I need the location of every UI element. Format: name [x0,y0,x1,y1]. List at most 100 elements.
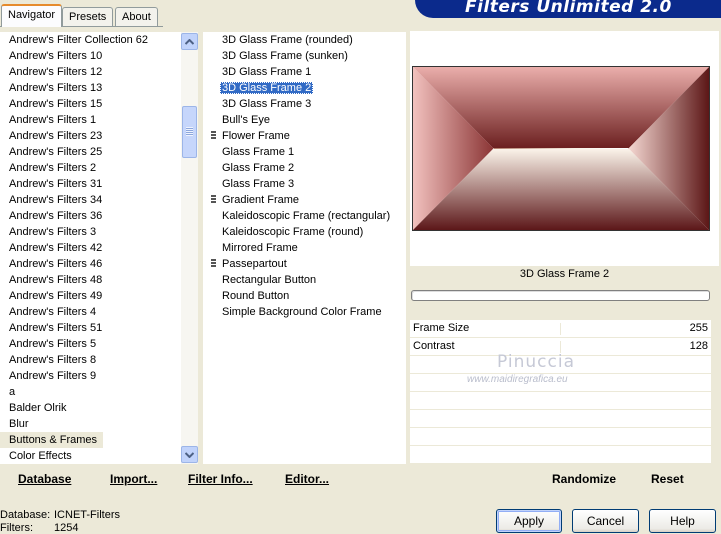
category-item[interactable]: Andrew's Filters 49 [0,288,181,304]
filter-item[interactable]: Kaleidoscopic Frame (rectangular) [203,208,406,224]
filter-label: Passepartout [222,258,287,270]
category-item[interactable]: Balder Olrik [0,400,181,416]
category-list[interactable]: Andrew's Filter Collection 62 Andrew's Fi… [0,32,181,464]
app-title: Filters Unlimited 2.0 [465,0,672,17]
category-label: Andrew's Filters 34 [9,194,103,206]
category-item[interactable]: Andrew's Filters 34 [0,192,181,208]
filter-item[interactable]: Round Button [203,288,406,304]
category-item[interactable]: Andrew's Filters 3 [0,224,181,240]
filter-item[interactable]: Passepartout [203,256,406,272]
category-label: a [9,386,16,398]
tab-navigator[interactable]: Navigator [1,4,63,27]
category-item[interactable]: Andrew's Filters 42 [0,240,181,256]
scroll-down-button[interactable] [181,446,198,463]
param-row-frame-size[interactable]: Frame Size 255 [410,320,711,338]
category-label: Color Effects [9,450,72,462]
database-button[interactable]: Database [18,472,71,486]
category-item[interactable]: Andrew's Filters 25 [0,144,181,160]
tab-presets[interactable]: Presets [62,7,114,26]
filter-label: Bull's Eye [222,114,270,126]
preview-image [412,66,710,231]
filter-item[interactable]: 3D Glass Frame 3 [203,96,406,112]
filter-item[interactable]: Glass Frame 1 [203,144,406,160]
filter-label: Glass Frame 3 [222,178,295,190]
filter-item[interactable]: Glass Frame 2 [203,160,406,176]
category-item[interactable]: Andrew's Filters 2 [0,160,181,176]
filter-item[interactable]: Mirrored Frame [203,240,406,256]
category-label: Andrew's Filters 42 [9,242,103,254]
tab-label: About [122,11,151,23]
tab-about[interactable]: About [115,7,158,26]
category-item[interactable]: Andrew's Filters 23 [0,128,181,144]
help-label: Help [670,514,695,528]
category-item[interactable]: Andrew's Filters 4 [0,304,181,320]
filter-list[interactable]: 3D Glass Frame (rounded) 3D Glass Frame (… [203,32,406,464]
editor-label: Editor... [285,472,330,486]
scroll-thumb[interactable] [182,106,197,158]
help-button[interactable]: Help [649,509,716,533]
database-info-label: Database: [0,509,51,521]
chevron-down-icon [185,451,194,458]
param-label: Frame Size [413,322,470,334]
import-button[interactable]: Import... [110,472,157,486]
category-item[interactable]: Andrew's Filters 48 [0,272,181,288]
filter-info-button[interactable]: Filter Info... [188,472,253,486]
category-label: Andrew's Filters 13 [9,82,103,94]
param-row-empty [410,446,711,464]
category-scrollbar[interactable] [181,32,198,464]
category-item[interactable]: Buttons & Frames [0,432,181,448]
category-item[interactable]: Andrew's Filters 36 [0,208,181,224]
editor-button[interactable]: Editor... [285,472,329,486]
database-info: Database: ICNET-Filters Filters: 1254 [0,509,120,534]
parameter-table: Frame Size 255 Contrast 128 [410,320,711,464]
filter-item[interactable]: Rectangular Button [203,272,406,288]
filter-label: 3D Glass Frame (rounded) [222,34,353,46]
filter-item[interactable]: 3D Glass Frame (sunken) [203,48,406,64]
category-label: Balder Olrik [9,402,67,414]
category-item[interactable]: Andrew's Filters 51 [0,320,181,336]
chevron-up-icon [185,38,194,45]
category-label: Andrew's Filters 23 [9,130,103,142]
category-item[interactable]: Andrew's Filters 1 [0,112,181,128]
category-item[interactable]: Andrew's Filter Collection 62 [0,32,181,48]
scroll-up-button[interactable] [181,33,198,50]
category-label: Andrew's Filters 46 [9,258,103,270]
filter-item[interactable]: Bull's Eye [203,112,406,128]
apply-button[interactable]: Apply [496,509,562,533]
filter-item[interactable]: Gradient Frame [203,192,406,208]
category-item[interactable]: Andrew's Filters 12 [0,64,181,80]
filter-item[interactable]: Simple Background Color Frame [203,304,406,320]
category-item[interactable]: Blur [0,416,181,432]
filter-item[interactable]: 3D Glass Frame 1 [203,64,406,80]
category-item[interactable]: a [0,384,181,400]
filter-item[interactable]: Kaleidoscopic Frame (round) [203,224,406,240]
category-item[interactable]: Andrew's Filters 13 [0,80,181,96]
reset-button[interactable]: Reset [651,472,684,486]
filter-item[interactable]: Flower Frame [203,128,406,144]
watermark-url: www.maidiregrafica.eu [467,374,568,385]
category-item[interactable]: Color Effects [0,448,181,464]
filter-item[interactable]: Glass Frame 3 [203,176,406,192]
category-item[interactable]: Andrew's Filters 8 [0,352,181,368]
preset-marker-icon [211,195,216,204]
category-label: Andrew's Filters 25 [9,146,103,158]
randomize-button[interactable]: Randomize [552,472,616,486]
param-label: Contrast [413,340,455,352]
category-item[interactable]: Andrew's Filters 15 [0,96,181,112]
category-item[interactable]: Andrew's Filters 10 [0,48,181,64]
category-item[interactable]: Andrew's Filters 5 [0,336,181,352]
filter-item[interactable]: 3D Glass Frame 2 [203,80,406,96]
filter-label: Mirrored Frame [222,242,298,254]
preset-marker-icon [211,131,216,140]
category-label: Andrew's Filters 2 [9,162,97,174]
filter-item[interactable]: 3D Glass Frame (rounded) [203,32,406,48]
cancel-button[interactable]: Cancel [572,509,639,533]
category-label: Andrew's Filters 36 [9,210,103,222]
filter-label: Round Button [222,290,290,302]
category-item[interactable]: Andrew's Filters 9 [0,368,181,384]
category-item[interactable]: Andrew's Filters 46 [0,256,181,272]
apply-label: Apply [513,514,545,528]
category-label: Andrew's Filters 51 [9,322,103,334]
category-item[interactable]: Andrew's Filters 31 [0,176,181,192]
import-label: Import... [110,472,158,486]
